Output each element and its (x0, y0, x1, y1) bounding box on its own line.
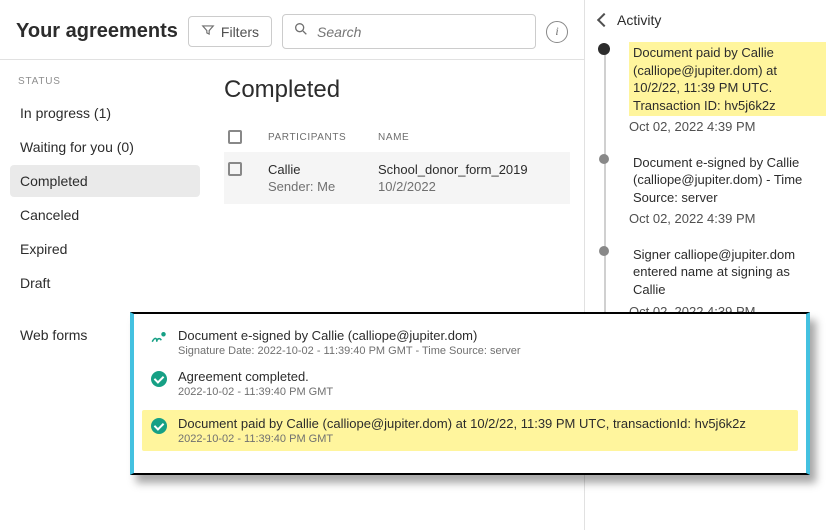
row-name: School_donor_form_2019 (378, 162, 566, 177)
filters-button[interactable]: Filters (188, 16, 272, 47)
timeline-dot-icon (598, 43, 610, 55)
table-header: PARTICIPANTS NAME (224, 122, 570, 152)
topbar: Your agreements Filters i (0, 0, 584, 60)
row-sender: Sender: Me (268, 179, 378, 194)
check-icon (150, 370, 168, 388)
chevron-left-icon[interactable] (597, 13, 611, 27)
search-icon (293, 21, 309, 42)
row-checkbox[interactable] (228, 162, 242, 176)
sidebar-item-expired[interactable]: Expired (10, 233, 200, 265)
sidebar-item-in-progress[interactable]: In progress (1) (10, 97, 200, 129)
activity-text: Document e-signed by Callie (calliope@ju… (629, 152, 826, 209)
sidebar-item-completed[interactable]: Completed (10, 165, 200, 197)
activity-text: Signer calliope@jupiter.dom entered name… (629, 244, 826, 301)
select-all-checkbox[interactable] (228, 130, 242, 144)
audit-overlay: Document e-signed by Callie (calliope@ju… (130, 312, 810, 475)
row-participant: Callie (268, 162, 378, 177)
info-icon[interactable]: i (546, 21, 568, 43)
timeline-dot-icon (599, 246, 609, 256)
page-title: Your agreements (16, 20, 178, 43)
audit-item-highlighted: Document paid by Callie (calliope@jupite… (142, 410, 798, 451)
filter-icon (201, 23, 215, 40)
signature-icon (150, 329, 168, 347)
sidebar-item-waiting[interactable]: Waiting for you (0) (10, 131, 200, 163)
activity-item: Document e-signed by Callie (calliope@ju… (617, 152, 826, 244)
audit-item: Agreement completed. 2022-10-02 - 11:39:… (150, 369, 790, 398)
activity-date: Oct 02, 2022 4:39 PM (629, 210, 826, 228)
audit-item: Document e-signed by Callie (calliope@ju… (150, 328, 790, 357)
sidebar-item-draft[interactable]: Draft (10, 267, 200, 299)
audit-text: Document paid by Callie (calliope@jupite… (178, 416, 746, 431)
audit-sub: Signature Date: 2022-10-02 - 11:39:40 PM… (178, 345, 521, 357)
col-participants[interactable]: PARTICIPANTS (268, 132, 378, 143)
timeline-dot-icon (599, 154, 609, 164)
col-name[interactable]: NAME (378, 132, 566, 143)
audit-sub: 2022-10-02 - 11:39:40 PM GMT (178, 433, 746, 445)
activity-title: Activity (617, 12, 661, 28)
activity-item: Document paid by Callie (calliope@jupite… (617, 42, 826, 152)
sidebar-item-canceled[interactable]: Canceled (10, 199, 200, 231)
activity-date: Oct 02, 2022 4:39 PM (629, 118, 826, 136)
table-row[interactable]: Callie Sender: Me School_donor_form_2019… (224, 152, 570, 204)
row-date: 10/2/2022 (378, 179, 566, 194)
search-field[interactable] (282, 14, 536, 49)
filters-label: Filters (221, 24, 259, 40)
sidebar-heading: STATUS (18, 76, 192, 87)
audit-text: Agreement completed. (178, 369, 333, 384)
audit-sub: 2022-10-02 - 11:39:40 PM GMT (178, 386, 333, 398)
check-icon (150, 417, 168, 435)
search-input[interactable] (317, 24, 525, 40)
content-heading: Completed (224, 76, 570, 104)
audit-text: Document e-signed by Callie (calliope@ju… (178, 328, 521, 343)
activity-text: Document paid by Callie (calliope@jupite… (629, 42, 826, 116)
